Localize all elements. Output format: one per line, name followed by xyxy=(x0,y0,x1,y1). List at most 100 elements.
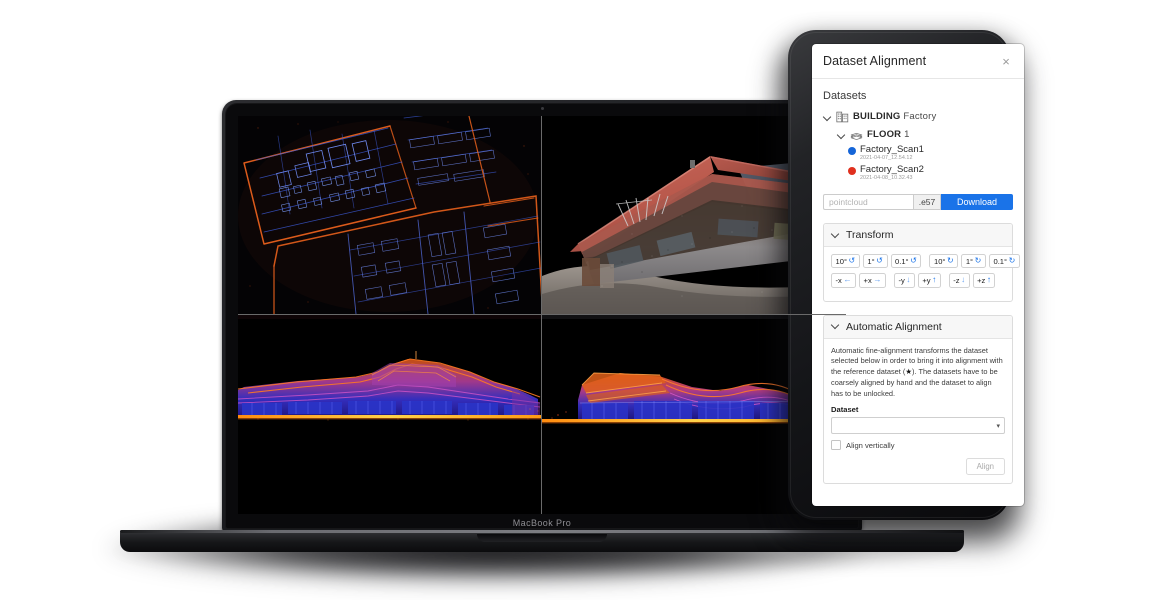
rotate-ccw-icon: ↺ xyxy=(876,257,883,265)
dataset-tree: BUILDING Factory FLOOR 1 xyxy=(823,109,1013,181)
automatic-alignment-card: Automatic Alignment Automatic fine-align… xyxy=(823,315,1013,485)
arrow-up-icon: ↑ xyxy=(932,276,936,284)
translate-plus-y-label: +y xyxy=(922,277,930,285)
rotate-cw-icon: ↻ xyxy=(1009,257,1016,265)
translate-minus-y-label: -y xyxy=(898,277,904,285)
rotate-cw-10-label: 10° xyxy=(934,258,945,266)
rotate-cw-1-label: 1° xyxy=(966,258,973,266)
point-cloud-plan-svg xyxy=(238,116,542,315)
tree-node-building[interactable]: BUILDING Factory xyxy=(823,109,1013,124)
building-name: Factory xyxy=(903,111,936,122)
building-kind: BUILDING xyxy=(853,111,901,122)
translation-button-row: -x← +x→ -y↓ +y↑ -z↓ +z↑ xyxy=(831,273,1005,287)
rotate-cw-10[interactable]: 10°↻ xyxy=(929,254,958,268)
rotate-ccw-group: 10°↺ 1°↺ 0.1°↺ xyxy=(831,254,921,268)
download-row: pointcloud .e57 Download xyxy=(823,194,1013,210)
scan-1-timestamp: 2021-04-07_12.54.12 xyxy=(860,156,924,162)
viewport-splitter-horizontal[interactable] xyxy=(238,314,846,315)
tree-node-floor[interactable]: FLOOR 1 xyxy=(837,127,1013,142)
translate-z-group: -z↓ +z↑ xyxy=(949,273,996,287)
rotate-cw-icon: ↻ xyxy=(975,257,982,265)
laptop-screen xyxy=(238,116,846,514)
chevron-down-icon[interactable] xyxy=(832,322,841,331)
file-extension-label: .e57 xyxy=(913,194,941,210)
filename-placeholder: pointcloud xyxy=(829,197,868,207)
tablet-device: Dataset Alignment × Datasets xyxy=(788,30,1010,520)
transform-card: Transform 10°↺ 1°↺ 0.1°↺ 10°↻ 1°↻ xyxy=(823,223,1013,301)
rotate-ccw-10-label: 10° xyxy=(836,258,847,266)
filename-input[interactable]: pointcloud xyxy=(823,194,913,210)
arrow-up-icon: ↑ xyxy=(987,276,991,284)
automatic-alignment-description: Automatic fine-alignment transforms the … xyxy=(831,346,1005,400)
automatic-alignment-title: Automatic Alignment xyxy=(846,321,942,333)
rotate-ccw-10[interactable]: 10°↺ xyxy=(831,254,860,268)
rotate-ccw-01-label: 0.1° xyxy=(895,258,909,266)
translate-x-group: -x← +x→ xyxy=(831,273,886,287)
rotate-cw-1[interactable]: 1°↻ xyxy=(961,254,986,268)
translate-minus-z[interactable]: -z↓ xyxy=(949,273,970,287)
dataset-field-label: Dataset xyxy=(831,405,1005,414)
laptop-lid: MacBook Pro xyxy=(222,100,862,532)
tree-node-scan-2[interactable]: Factory_Scan2 2021-04-08_10.32.43 xyxy=(848,165,1013,182)
point-cloud-front-svg xyxy=(238,315,542,514)
rotate-ccw-01[interactable]: 0.1°↺ xyxy=(891,254,922,268)
scan-color-dot-red xyxy=(848,167,856,175)
translate-minus-y[interactable]: -y↓ xyxy=(894,273,915,287)
rotate-cw-01[interactable]: 0.1°↻ xyxy=(989,254,1020,268)
tree-node-scan-1[interactable]: Factory_Scan1 2021-04-07_12.54.12 xyxy=(848,145,1013,162)
panel-header: Dataset Alignment × xyxy=(812,44,1024,79)
datasets-section-label: Datasets xyxy=(823,90,1013,102)
align-button[interactable]: Align xyxy=(966,458,1005,475)
viewport-front-elevation[interactable] xyxy=(238,315,542,514)
translate-plus-y[interactable]: +y↑ xyxy=(918,273,941,287)
transform-card-header[interactable]: Transform xyxy=(824,224,1012,247)
chevron-down-icon[interactable] xyxy=(837,130,846,139)
download-button[interactable]: Download xyxy=(941,194,1013,210)
align-vertically-label: Align vertically xyxy=(846,441,895,450)
chevron-down-icon[interactable] xyxy=(823,112,832,121)
viewport-splitter-vertical[interactable] xyxy=(541,116,542,514)
viewport-top-plan-view[interactable] xyxy=(238,116,542,315)
rotation-button-row: 10°↺ 1°↺ 0.1°↺ 10°↻ 1°↻ 0.1°↻ xyxy=(831,254,1005,268)
rotate-cw-group: 10°↻ 1°↻ 0.1°↻ xyxy=(929,254,1019,268)
arrow-left-icon: ← xyxy=(843,276,851,284)
transform-card-body: 10°↺ 1°↺ 0.1°↺ 10°↻ 1°↻ 0.1°↻ xyxy=(824,247,1012,300)
translate-plus-x[interactable]: +x→ xyxy=(859,273,886,287)
building-icon xyxy=(836,111,849,123)
page-title: Dataset Alignment xyxy=(823,54,926,68)
layers-icon xyxy=(850,129,863,141)
automatic-alignment-body: Automatic fine-alignment transforms the … xyxy=(824,339,1012,484)
transform-title: Transform xyxy=(846,229,893,241)
arrow-down-icon: ↓ xyxy=(906,276,910,284)
translate-plus-x-label: +x xyxy=(864,277,872,285)
scan-2-name: Factory_Scan2 xyxy=(860,165,924,175)
rotate-cw-01-label: 0.1° xyxy=(993,258,1007,266)
laptop-base-shadow xyxy=(112,550,972,578)
scan-2-text: Factory_Scan2 2021-04-08_10.32.43 xyxy=(860,165,924,182)
rotate-ccw-1[interactable]: 1°↺ xyxy=(863,254,888,268)
laptop-base-notch xyxy=(477,534,607,542)
rotate-ccw-icon: ↺ xyxy=(910,257,917,265)
close-icon[interactable]: × xyxy=(999,54,1013,68)
scan-color-dot-blue xyxy=(848,147,856,155)
rotate-ccw-icon: ↺ xyxy=(848,257,855,265)
translate-plus-z-label: +z xyxy=(977,277,985,285)
rotate-cw-icon: ↻ xyxy=(947,257,954,265)
automatic-alignment-header[interactable]: Automatic Alignment xyxy=(824,316,1012,339)
align-vertically-row[interactable]: Align vertically xyxy=(831,440,1005,450)
floor-name: 1 xyxy=(904,129,909,140)
dataset-select[interactable]: ▾ xyxy=(831,417,1005,434)
tree-node-building-label: BUILDING Factory xyxy=(853,111,936,122)
macbook-pro-device: MacBook Pro xyxy=(222,100,862,532)
chevron-down-icon[interactable] xyxy=(832,231,841,240)
scan-1-text: Factory_Scan1 2021-04-07_12.54.12 xyxy=(860,145,924,162)
translate-minus-x-label: -x xyxy=(836,277,842,285)
tree-node-floor-label: FLOOR 1 xyxy=(867,129,910,140)
translate-minus-z-label: -z xyxy=(953,277,959,285)
translate-minus-x[interactable]: -x← xyxy=(831,273,856,287)
rotate-ccw-1-label: 1° xyxy=(867,258,874,266)
arrow-down-icon: ↓ xyxy=(961,276,965,284)
translate-plus-z[interactable]: +z↑ xyxy=(973,273,996,287)
align-vertically-checkbox[interactable] xyxy=(831,440,841,450)
translate-y-group: -y↓ +y↑ xyxy=(894,273,941,287)
